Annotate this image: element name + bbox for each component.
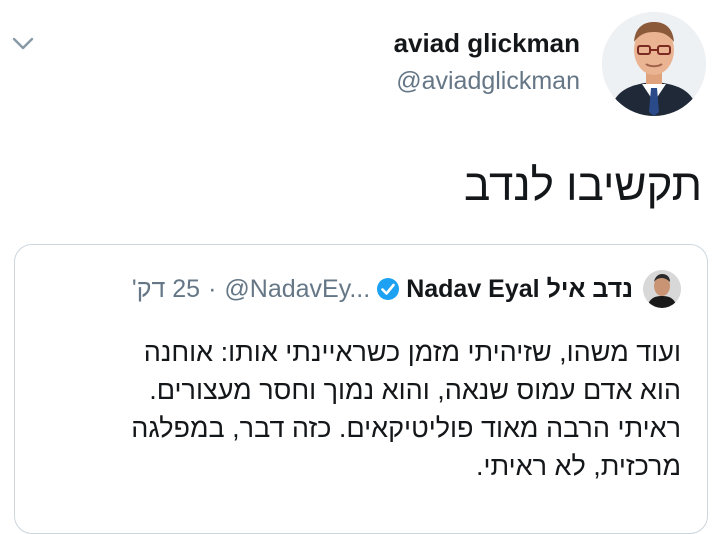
quoted-text-line: ועוד משהו, שזיהיתי מזמן כשראיינתי אותו: … — [143, 337, 681, 367]
quoted-timestamp[interactable]: 25 דק' — [132, 275, 200, 304]
quoted-text-line: מרכזית, לא ראיתי. — [476, 451, 681, 481]
chevron-down-icon[interactable] — [10, 30, 36, 56]
tweet-author[interactable]: aviad glickman @aviadglickman — [394, 26, 580, 98]
verified-badge-icon — [376, 277, 400, 301]
quoted-tweet-header: נדב איל Nadav Eyal @NadavEy... · 25 דק' — [132, 269, 681, 309]
author-avatar[interactable] — [602, 12, 706, 116]
author-handle[interactable]: @aviadglickman — [394, 64, 580, 98]
quoted-author-name[interactable]: נדב איל Nadav Eyal — [406, 275, 633, 304]
tweet-text: תקשיבו לנדב — [464, 161, 702, 210]
quoted-author-avatar[interactable] — [643, 270, 681, 308]
quoted-text-line: ראיתי הרבה מאוד פוליטיקאים. כזה דבר, במפ… — [131, 413, 681, 443]
separator-dot: · — [208, 274, 217, 303]
quoted-tweet-text: ועוד משהו, שזיהיתי מזמן כשראיינתי אותו: … — [21, 333, 681, 485]
author-name[interactable]: aviad glickman — [394, 26, 580, 60]
quoted-text-line: הוא אדם עמוס שנאה, והוא נמוך וחסר מעצורי… — [149, 375, 681, 405]
quoted-tweet[interactable]: נדב איל Nadav Eyal @NadavEy... · 25 דק' … — [14, 244, 708, 534]
quoted-author-handle[interactable]: @NadavEy... — [224, 275, 370, 304]
